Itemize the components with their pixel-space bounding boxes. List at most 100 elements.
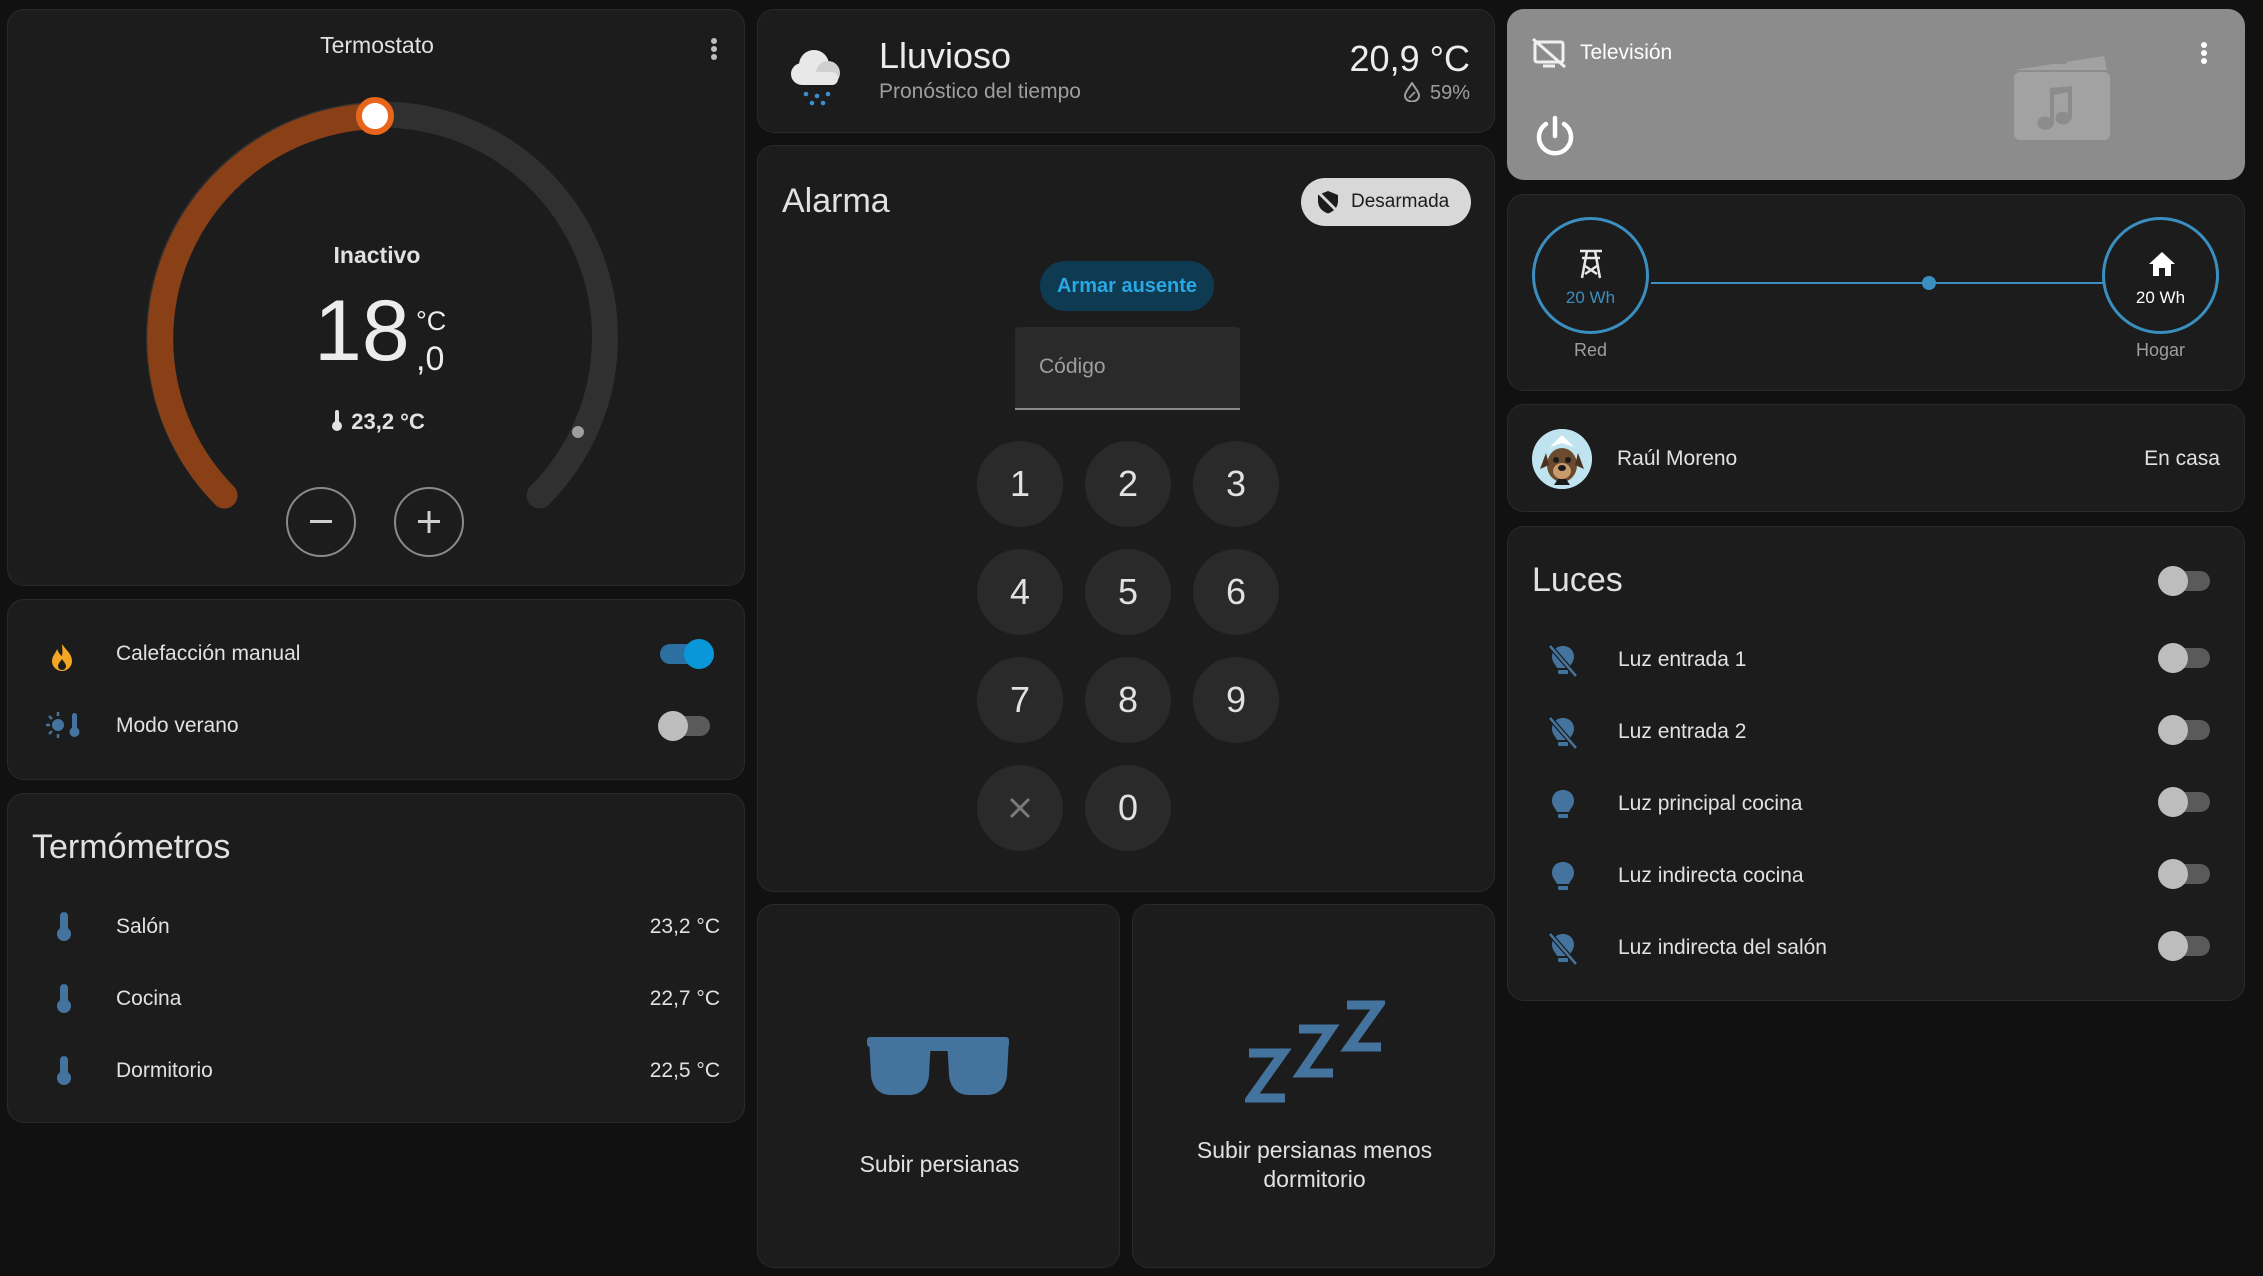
scene-label: Subir persianas bbox=[859, 1151, 1020, 1177]
thermometer-value-cocina: 22,7 °C bbox=[649, 987, 720, 1010]
thermometers-title: Termómetros bbox=[32, 828, 231, 866]
switch-label-summer-mode: Modo verano bbox=[116, 714, 239, 737]
switches-card: Calefacción manual Modo verano bbox=[7, 599, 745, 780]
thermometer-value-dormitorio: 22,5 °C bbox=[649, 1059, 720, 1082]
thermometer-icon bbox=[54, 910, 74, 947]
arm-away-label: Armar ausente bbox=[1056, 275, 1198, 297]
person-card[interactable]: Raúl Moreno En casa bbox=[1507, 404, 2245, 512]
keypad-key-9[interactable]: 9 bbox=[1193, 657, 1279, 743]
lightbulb-icon bbox=[1550, 788, 1576, 827]
arm-away-button[interactable]: Armar ausente bbox=[1040, 261, 1214, 311]
close-icon bbox=[1009, 797, 1031, 819]
light-label-indirecta-cocina: Luz indirecta cocina bbox=[1618, 864, 1804, 887]
energy-distribution-card: 20 Wh Red 20 Wh Hogar bbox=[1507, 194, 2245, 391]
thermostat-card: Termostato Inactivo 18 °C ,0 23,2 °C bbox=[7, 9, 745, 586]
light-toggle-indirecta-salon[interactable] bbox=[2158, 931, 2212, 961]
fire-icon bbox=[48, 642, 76, 677]
light-toggle-principal-cocina[interactable] bbox=[2158, 787, 2212, 817]
lights-card: Luces Luz entrada 1 Luz entrada 2 Luz pr… bbox=[1507, 526, 2245, 1001]
hvac-state: Inactivo bbox=[333, 242, 421, 268]
decrease-button[interactable] bbox=[286, 487, 356, 557]
shield-off-icon bbox=[1315, 189, 1341, 220]
transmission-tower-icon bbox=[1576, 248, 1606, 285]
weather-humidity-value: 59% bbox=[1429, 82, 1470, 104]
media-placeholder-icon bbox=[2014, 56, 2110, 145]
keypad-key-3[interactable]: 3 bbox=[1193, 441, 1279, 527]
thermometer-label-salon: Salón bbox=[116, 915, 170, 938]
grid-value: 20 Wh bbox=[1565, 288, 1616, 307]
target-integer: 18 bbox=[314, 283, 410, 379]
lightbulb-icon bbox=[1550, 860, 1576, 899]
light-label-indirecta-salon: Luz indirecta del salón bbox=[1618, 936, 1827, 959]
keypad-key-0[interactable]: 0 bbox=[1085, 765, 1171, 851]
weather-humidity: 59% bbox=[1403, 81, 1470, 108]
weather-temperature: 20,9 °C bbox=[1349, 38, 1470, 79]
more-options-icon[interactable] bbox=[2194, 40, 2214, 70]
target-unit: °C bbox=[416, 306, 447, 336]
thermometer-label-dormitorio: Dormitorio bbox=[116, 1059, 213, 1082]
lightbulb-off-icon bbox=[1548, 716, 1578, 755]
alarm-state-badge[interactable]: Desarmada bbox=[1301, 178, 1471, 226]
thermometer-icon bbox=[329, 408, 345, 438]
keypad-key-8[interactable]: 8 bbox=[1085, 657, 1171, 743]
alarm-card: Alarma Desarmada Armar ausente Código 1 … bbox=[757, 145, 1495, 892]
summer-mode-toggle[interactable] bbox=[658, 711, 712, 741]
light-toggle-indirecta-cocina[interactable] bbox=[2158, 859, 2212, 889]
rainy-cloud-icon bbox=[784, 40, 850, 111]
thermometer-icon bbox=[54, 982, 74, 1019]
lightbulb-off-icon bbox=[1548, 644, 1578, 683]
light-label-entrada-1: Luz entrada 1 bbox=[1618, 648, 1747, 671]
sleep-icon bbox=[1242, 997, 1388, 1112]
light-toggle-entrada-2[interactable] bbox=[2158, 715, 2212, 745]
target-temperature: 18 °C ,0 bbox=[314, 288, 464, 388]
light-toggle-entrada-1[interactable] bbox=[2158, 643, 2212, 673]
weather-card[interactable]: Lluvioso Pronóstico del tiempo 20,9 °C 5… bbox=[757, 9, 1495, 133]
keypad-key-7[interactable]: 7 bbox=[977, 657, 1063, 743]
light-label-principal-cocina: Luz principal cocina bbox=[1618, 792, 1803, 815]
home-node[interactable]: 20 Wh bbox=[2102, 217, 2219, 334]
scene-card-raise-blinds[interactable]: Subir persianas bbox=[757, 904, 1120, 1268]
code-input[interactable]: Código bbox=[1015, 327, 1240, 410]
current-temperature: 23,2 °C bbox=[8, 408, 744, 438]
avatar bbox=[1532, 429, 1592, 489]
lights-title: Luces bbox=[1532, 561, 1623, 599]
weather-condition: Lluvioso bbox=[879, 35, 1012, 76]
sun-thermometer-icon bbox=[46, 710, 80, 745]
grid-label: Red bbox=[1573, 340, 1608, 360]
person-state: En casa bbox=[2144, 447, 2220, 470]
tv-title: Televisión bbox=[1580, 41, 1673, 64]
thermometer-icon bbox=[54, 1054, 74, 1091]
keypad-key-5[interactable]: 5 bbox=[1085, 549, 1171, 635]
scene-label-line2: dormitorio bbox=[1263, 1166, 1366, 1192]
scene-label-line1: Subir persianas menos bbox=[1196, 1137, 1433, 1163]
keypad-key-2[interactable]: 2 bbox=[1085, 441, 1171, 527]
switch-label-manual-heating: Calefacción manual bbox=[116, 642, 301, 665]
lights-group-toggle[interactable] bbox=[2158, 566, 2212, 596]
water-drop-icon bbox=[1403, 81, 1420, 108]
person-name: Raúl Moreno bbox=[1617, 447, 1738, 470]
thermometer-label-cocina: Cocina bbox=[116, 987, 182, 1010]
power-icon bbox=[1536, 115, 1574, 156]
power-button[interactable] bbox=[1532, 114, 1578, 165]
keypad-key-4[interactable]: 4 bbox=[977, 549, 1063, 635]
weather-subtitle: Pronóstico del tiempo bbox=[879, 80, 1081, 103]
keypad-key-1[interactable]: 1 bbox=[977, 441, 1063, 527]
light-label-entrada-2: Luz entrada 2 bbox=[1618, 720, 1747, 743]
manual-heating-toggle[interactable] bbox=[658, 639, 714, 669]
current-temperature-value: 23,2 °C bbox=[351, 408, 425, 434]
alarm-state-label: Desarmada bbox=[1351, 191, 1450, 212]
scene-card-raise-blinds-except-bedroom[interactable]: Subir persianas menos dormitorio bbox=[1132, 904, 1495, 1268]
alarm-title: Alarma bbox=[782, 182, 890, 220]
target-decimal: ,0 bbox=[416, 340, 445, 378]
keypad-key-6[interactable]: 6 bbox=[1193, 549, 1279, 635]
keypad-clear-button[interactable] bbox=[977, 765, 1063, 851]
increase-button[interactable] bbox=[394, 487, 464, 557]
sunglasses-icon bbox=[867, 1035, 1011, 1106]
thermometer-value-salon: 23,2 °C bbox=[649, 915, 720, 938]
thermometers-card: Termómetros Salón 23,2 °C Cocina 22,7 °C… bbox=[7, 793, 745, 1123]
home-value: 20 Wh bbox=[2135, 288, 2186, 307]
setpoint-handle[interactable] bbox=[356, 97, 394, 135]
tv-card[interactable]: Televisión bbox=[1507, 9, 2245, 180]
grid-node[interactable]: 20 Wh bbox=[1532, 217, 1649, 334]
home-icon bbox=[2147, 250, 2177, 283]
